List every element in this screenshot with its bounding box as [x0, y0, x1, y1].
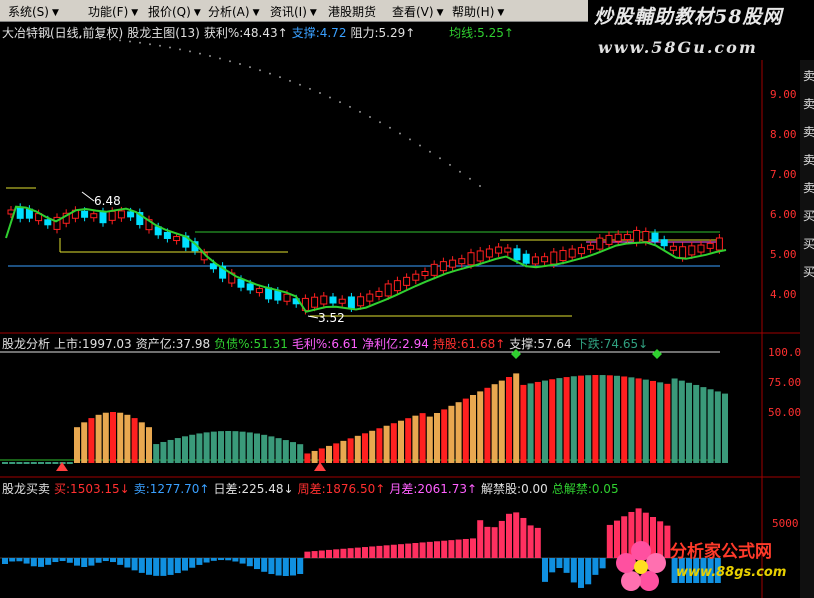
low-title: 股龙买卖 [2, 482, 51, 496]
svg-text:9.00: 9.00 [770, 88, 797, 101]
day-diff-value: 日差:225.48↓ [213, 482, 294, 496]
net-value: 净利亿:2.94 [362, 337, 429, 351]
low-y-tick: 5000 [772, 517, 799, 530]
strip-label: 卖 [803, 181, 814, 195]
stock-title: 大冶特钢(日线,前复权) [2, 26, 124, 40]
total-unlock-value: 总解禁:0.05 [551, 482, 619, 496]
stock-chart[interactable]: 6.48 3.52 9.00 8.00 7.00 6.00 5.00 4.00 … [0, 0, 814, 598]
candlesticks [7, 203, 723, 315]
strip-label: 买 [803, 209, 814, 223]
main-y-axis: 9.00 8.00 7.00 6.00 5.00 4.00 [770, 88, 797, 301]
svg-text:50.00: 50.00 [768, 406, 801, 419]
watermark-url: www.88gs.com [676, 565, 787, 580]
indicator-name: 股龙主图(13) [127, 26, 200, 40]
month-diff-value: 月差:2061.73↑ [389, 482, 478, 496]
mid-support-value: 支撑:57.64 [509, 337, 572, 351]
mid-panel-header: 股龙分析 上市:1997.03 资产亿:37.98 负债%:51.31 毛利%:6.61… [2, 335, 652, 352]
right-strip [800, 60, 814, 598]
brand-title: 炒股輔助教材58股网 [594, 6, 783, 28]
support-value: 支撑:4.72 [291, 26, 347, 40]
svg-text:100.0: 100.0 [768, 346, 801, 359]
svg-text:5.00: 5.00 [770, 248, 797, 261]
svg-text:7.00: 7.00 [770, 168, 797, 181]
strip-label: 卖 [803, 153, 814, 167]
svg-text:6.00: 6.00 [770, 208, 797, 221]
assets-value: 资产亿:37.98 [135, 337, 211, 351]
avg-value: 均线:5.25↑ [449, 26, 514, 40]
strip-label: 买 [803, 237, 814, 251]
sell-value: 卖:1277.70↑ [133, 482, 210, 496]
brand-url: www.58Gu.com [598, 38, 758, 57]
flower-logo-icon [616, 541, 666, 591]
svg-text:4.00: 4.00 [770, 288, 797, 301]
hold-value: 持股:61.68↑ [432, 337, 506, 351]
unlock-value: 解禁股:0.00 [481, 482, 548, 496]
svg-text:75.00: 75.00 [768, 376, 801, 389]
brand-watermark: 炒股輔助教材58股网 www.58Gu.com [588, 0, 814, 60]
site-watermark: 分析家公式网 www.88gs.com [612, 533, 812, 595]
strip-label: 卖 [803, 125, 814, 139]
strip-label: 卖 [803, 69, 814, 83]
mid-histogram [2, 373, 728, 464]
mid-title: 股龙分析 [2, 337, 51, 351]
debt-value: 负债%:51.31 [214, 337, 288, 351]
buy-value: 买:1503.15↓ [54, 482, 130, 496]
moving-average-line [5, 205, 727, 313]
week-diff-value: 周差:1876.50↑ [297, 482, 386, 496]
margin-value: 毛利%:6.61 [291, 337, 359, 351]
high-mark: 6.48 [94, 194, 121, 208]
main-panel-header: 大冶特钢(日线,前复权) 股龙主图(13) 获利%:48.43↑ 支撑:4.72 阻力:… [2, 24, 518, 41]
watermark-title: 分析家公式网 [670, 542, 772, 562]
low-panel-header: 股龙买卖 买:1503.15↓ 卖:1277.70↑ 日差:225.48↓ 周差:187… [2, 480, 623, 497]
listed-value: 上市:1997.03 [54, 337, 132, 351]
low-mark: 3.52 [318, 311, 345, 325]
profit-value: 获利%:48.43↑ [203, 26, 288, 40]
strip-label: 卖 [803, 97, 814, 111]
resistance-value: 阻力:5.29↑ [350, 26, 416, 40]
svg-text:8.00: 8.00 [770, 128, 797, 141]
sar-dots [29, 35, 481, 187]
mid-y-axis: 100.0 75.00 50.00 [768, 346, 801, 419]
strip-label: 买 [803, 265, 814, 279]
fall-value: 下跌:74.65↓ [575, 337, 649, 351]
